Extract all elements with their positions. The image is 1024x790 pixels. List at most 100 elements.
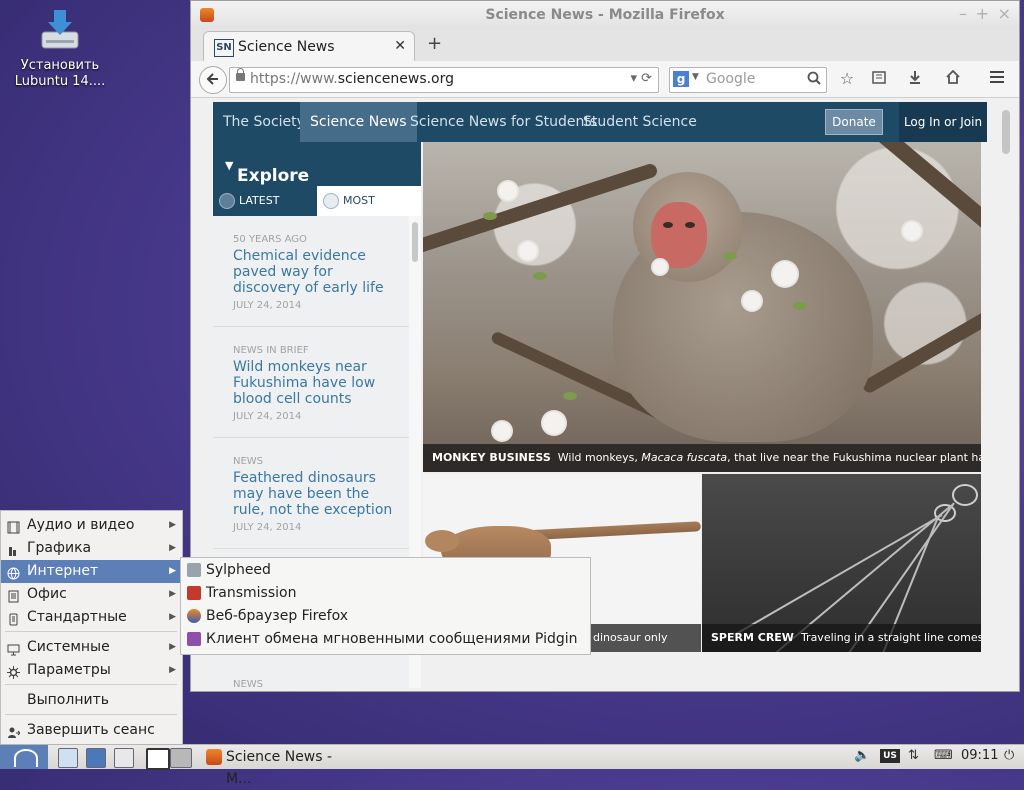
login-button[interactable]: Log In or Join	[899, 102, 987, 142]
desktop-icon-install-lubuntu[interactable]: Установить Lubuntu 14....	[8, 8, 112, 90]
lock-icon	[236, 68, 245, 81]
tab-latest[interactable]: LATEST	[213, 186, 317, 216]
transmission-icon	[187, 586, 201, 600]
submenu-arrow-icon: ▶	[169, 665, 176, 675]
list-item[interactable]: 50 YEARS AGO Chemical evidence paved way…	[213, 216, 409, 327]
minimize-button[interactable]: –	[959, 4, 967, 23]
explore-header[interactable]: Explore ▼	[213, 142, 421, 186]
submenu-arrow-icon: ▶	[169, 566, 176, 576]
home-icon[interactable]	[943, 69, 963, 88]
download-icon[interactable]	[905, 69, 925, 88]
keyboard-layout-indicator[interactable]: US	[880, 749, 900, 763]
list-item[interactable]: NEWS Feathered dinosaurs may have been t…	[213, 438, 409, 549]
submenu-arrow-icon: ▶	[169, 589, 176, 599]
install-icon	[40, 8, 80, 52]
desktop-1-icon[interactable]	[146, 748, 170, 770]
back-arrow-icon	[206, 73, 218, 85]
story-kicker: NEWS	[233, 679, 264, 688]
power-icon[interactable]: ⏻	[1004, 748, 1014, 763]
taskbar: Science News - M... 🔈 US ⇅ ⌨ 09:11 ⏻	[0, 744, 1024, 787]
hero-caption-title: MONKEY BUSINESS	[432, 451, 551, 464]
submenu-item-sylpheed[interactable]: Sylpheed	[181, 559, 590, 582]
tile-sperm-caption-text: Traveling in a straight line comes	[800, 631, 981, 644]
menu-item-label: Завершить сеанс	[27, 722, 155, 738]
workspace-icon[interactable]	[86, 748, 106, 768]
story-headline[interactable]: Chemical evidence paved way for discover…	[233, 248, 399, 296]
menu-item-graphics[interactable]: Графика ▶	[1, 537, 182, 560]
menu-item-label: Офис	[27, 586, 67, 602]
hero-image-monkey[interactable]: MONKEY BUSINESS Wild monkeys, Macaca fus…	[423, 142, 981, 472]
menu-item-label: Стандартные	[27, 609, 127, 625]
keyboard-icon[interactable]: ⌨	[934, 748, 953, 763]
google-icon[interactable]: g	[673, 71, 689, 87]
sylpheed-icon	[187, 563, 201, 577]
tab-title: Science News	[238, 39, 335, 55]
close-window-button[interactable]: ×	[998, 4, 1011, 23]
bookmark-star-icon[interactable]: ☆	[837, 69, 857, 88]
menu-item-label: Интернет	[27, 563, 99, 579]
pidgin-icon	[187, 632, 201, 646]
network-icon[interactable]: ⇅	[908, 748, 919, 763]
submenu-item-pidgin[interactable]: Клиент обмена мгновенными сообщениями Pi…	[181, 628, 590, 651]
firefox-icon	[187, 609, 201, 623]
bookmarks-list-icon[interactable]	[869, 69, 889, 88]
submenu-arrow-icon: ▶	[169, 543, 176, 553]
maximize-button[interactable]: +	[976, 4, 989, 23]
logout-icon	[7, 724, 21, 738]
nav-student-science[interactable]: Student Science	[573, 102, 707, 142]
menu-item-logout[interactable]: Завершить сеанс	[1, 719, 182, 742]
url-bar[interactable]: https://www.sciencenews.org ▾ ⟳	[229, 67, 659, 93]
terminal-icon[interactable]	[114, 748, 134, 768]
menu-item-office[interactable]: Офис ▶	[1, 583, 182, 606]
menu-item-label: Аудио и видео	[27, 517, 135, 533]
story-headline[interactable]: Wild monkeys near Fukushima have low blo…	[233, 359, 399, 407]
menu-item-run[interactable]: Выполнить	[1, 689, 182, 712]
page-scrollbar[interactable]	[999, 102, 1013, 688]
start-menu-button[interactable]	[0, 745, 48, 769]
search-bar[interactable]: g ▼ Google	[669, 67, 827, 93]
menu-item-accessories[interactable]: Стандартные ▶	[1, 606, 182, 629]
url-dropdown-reload-icon[interactable]: ▾ ⟳	[630, 71, 652, 86]
gear-icon	[7, 664, 20, 679]
monitor-icon	[7, 641, 20, 656]
story-headline[interactable]: Feathered dinosaurs may have been the ru…	[233, 470, 399, 518]
tile-sperm-caption: SPERM CREW Traveling in a straight line …	[702, 624, 981, 652]
volume-icon[interactable]: 🔈	[854, 748, 870, 763]
desktop-icon-label: Установить Lubuntu 14....	[14, 58, 106, 89]
tile-sperm[interactable]: SPERM CREW Traveling in a straight line …	[702, 474, 981, 652]
hero-caption-text-2: , that live near the Fukushima nuclear p…	[727, 451, 981, 464]
list-item[interactable]: NEWS IN BRIEF Wild monkeys near Fukushim…	[213, 327, 409, 438]
menu-divider	[5, 631, 177, 632]
menu-item-preferences[interactable]: Параметры ▶	[1, 659, 182, 682]
back-button[interactable]	[199, 66, 227, 94]
caret-down-icon: ▼	[225, 159, 234, 172]
menu-item-audio-video[interactable]: Аудио и видео ▶	[1, 514, 182, 537]
desktop-2-icon[interactable]	[170, 748, 192, 768]
hero-caption-species: Macaca fuscata	[641, 451, 728, 464]
submenu-item-transmission[interactable]: Transmission	[181, 582, 590, 605]
site-nav: The Society Science News Science News fo…	[213, 102, 987, 142]
menu-hamburger-icon[interactable]	[987, 69, 1007, 88]
clock[interactable]: 09:11	[961, 748, 998, 763]
file-manager-icon[interactable]	[58, 748, 78, 768]
submenu-item-label: Клиент обмена мгновенными сообщениями Pi…	[206, 631, 578, 647]
submenu-item-firefox[interactable]: Веб-браузер Firefox	[181, 605, 590, 628]
clock-icon	[219, 193, 235, 209]
tab-most-viewed[interactable]: MOST VIEWED	[317, 186, 421, 237]
menu-item-internet[interactable]: Интернет ▶	[1, 560, 182, 583]
submenu-arrow-icon: ▶	[169, 642, 176, 652]
magnifier-icon[interactable]	[807, 71, 821, 89]
donate-button[interactable]: Donate	[825, 109, 883, 135]
close-tab-icon[interactable]: ✕	[394, 38, 406, 54]
story-date: JULY 24, 2014	[233, 411, 302, 422]
submenu-item-label: Sylpheed	[206, 562, 271, 578]
engine-dropdown-icon[interactable]: ▼	[692, 72, 699, 82]
sn-favicon-icon: SN	[214, 39, 234, 57]
new-tab-button[interactable]: +	[427, 33, 442, 54]
story-kicker: 50 YEARS AGO	[233, 234, 307, 245]
tab-science-news[interactable]: SN Science News ✕	[203, 31, 415, 62]
search-input[interactable]: Google	[706, 71, 755, 87]
menu-item-system[interactable]: Системные ▶	[1, 636, 182, 659]
taskbar-firefox-task[interactable]: Science News - M...	[200, 746, 348, 787]
menu-item-label: Системные	[27, 639, 110, 655]
